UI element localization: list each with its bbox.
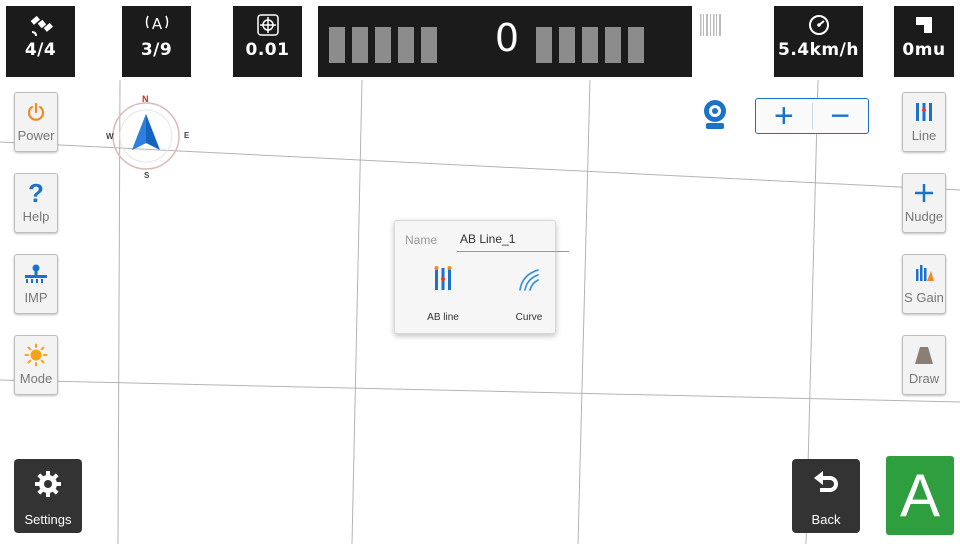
s-gain-label: S Gain	[904, 290, 944, 305]
draw-button[interactable]: Draw	[902, 335, 946, 395]
precision-value: 0.01	[245, 40, 290, 60]
satellite-icon	[28, 6, 54, 40]
ab-line-option-label: AB line	[427, 312, 459, 323]
lightbar-segment-right-3	[582, 27, 598, 63]
zoom-control: + −	[755, 98, 869, 134]
ab-line-option[interactable]: AB line	[413, 265, 473, 323]
line-label: Line	[911, 128, 937, 143]
precision-status: 0.01	[233, 6, 302, 77]
line-type-dialog: Name AB Line_1 AB line Curve	[394, 220, 569, 334]
s-gain-button[interactable]: S Gain	[902, 254, 946, 314]
mode-label: Mode	[19, 371, 53, 386]
power-label: Power	[17, 128, 55, 143]
ab-line-icon	[913, 99, 935, 125]
compass: N S E W	[104, 92, 190, 180]
speed-status: 5.4km/h	[774, 6, 863, 77]
help-button[interactable]: ? Help	[14, 173, 58, 233]
draw-trapezoid-icon	[913, 342, 935, 368]
settings-gear-icon	[32, 469, 64, 504]
locate-vehicle-icon[interactable]	[700, 98, 730, 137]
antenna-icon: A	[143, 6, 171, 40]
settings-button[interactable]: Settings	[14, 459, 82, 533]
satellites-visible: 3/9	[140, 40, 173, 60]
lightbar-offset: 0	[494, 16, 520, 60]
zoom-out-button[interactable]: −	[813, 99, 869, 133]
name-field-underline	[457, 251, 569, 252]
auto-steer-button[interactable]: A	[886, 456, 954, 535]
imp-button[interactable]: IMP	[14, 254, 58, 314]
lightbar-segment-left-2	[352, 27, 368, 63]
curve-option[interactable]: Curve	[499, 265, 559, 323]
lightbar-segment-right-4	[605, 27, 621, 63]
draw-label: Draw	[908, 371, 940, 386]
ab-line-option-icon	[432, 265, 454, 298]
lightbar-segment-right-5	[628, 27, 644, 63]
steering-gain-icon	[912, 261, 936, 287]
power-button[interactable]: Power	[14, 92, 58, 152]
compass-north-label: N	[142, 94, 149, 104]
help-label: Help	[22, 209, 50, 224]
nudge-button[interactable]: Nudge	[902, 173, 946, 233]
lightbar-segment-left-1	[329, 27, 345, 63]
svg-text:A: A	[151, 15, 162, 33]
lightbar: 0	[318, 6, 721, 77]
imp-label: IMP	[24, 290, 48, 305]
compass-west-label: W	[106, 132, 114, 141]
compass-south-label: S	[144, 171, 150, 180]
status-bar: 4/4 A 3/9 0.01 0 5.4km/h 0mu	[0, 0, 960, 80]
zoom-in-button[interactable]: +	[756, 99, 812, 133]
implement-icon	[23, 261, 49, 287]
nudge-label: Nudge	[904, 209, 944, 224]
nudge-cross-icon	[913, 180, 935, 206]
lightbar-segment-right-1	[536, 27, 552, 63]
lightbar-segment-left-5	[421, 27, 437, 63]
lightbar-segment-left-3	[375, 27, 391, 63]
name-label: Name	[405, 233, 438, 247]
speed-value: 5.4km/h	[778, 40, 859, 60]
barcode-icon	[698, 12, 726, 45]
settings-label: Settings	[24, 512, 72, 527]
sun-icon	[24, 342, 48, 368]
power-icon	[26, 99, 46, 125]
line-button[interactable]: Line	[902, 92, 946, 152]
satellites-used: 4/4	[24, 40, 57, 60]
area-icon	[914, 6, 934, 40]
back-button[interactable]: Back	[792, 459, 860, 533]
satellite-status: 4/4	[6, 6, 75, 77]
back-label: Back	[811, 512, 841, 527]
speedometer-icon	[807, 6, 831, 40]
curve-option-label: Curve	[515, 312, 543, 323]
back-arrow-icon	[811, 469, 841, 504]
compass-east-label: E	[184, 131, 190, 140]
area-status: 0mu	[894, 6, 954, 77]
area-value: 0mu	[902, 40, 946, 60]
mode-button[interactable]: Mode	[14, 335, 58, 395]
antenna-status: A 3/9	[122, 6, 191, 77]
lightbar-segment-right-2	[559, 27, 575, 63]
help-icon: ?	[28, 178, 44, 208]
curve-option-icon	[516, 265, 542, 298]
lightbar-segment-left-4	[398, 27, 414, 63]
line-name-field[interactable]: AB Line_1	[460, 232, 515, 246]
crosshair-icon	[255, 6, 281, 40]
